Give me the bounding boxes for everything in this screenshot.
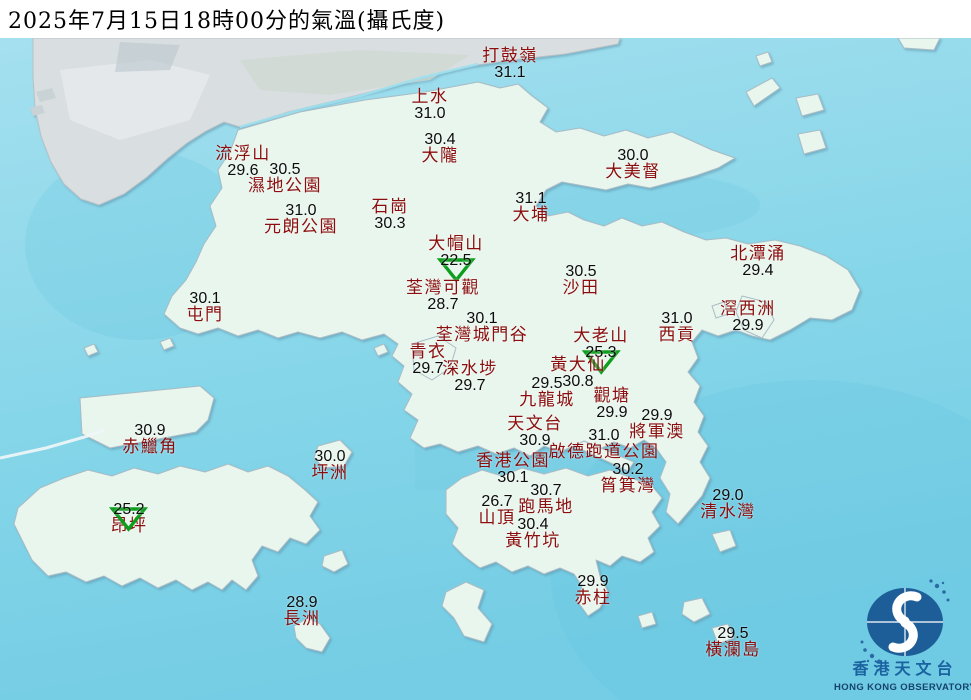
temperature-map: 香港天文台 HONG KONG OBSERVATORY 打鼓嶺 31.1 上水 … (0, 0, 971, 700)
urban-texture (115, 42, 180, 72)
hko-logo-chinese: 香港天文台 (851, 659, 957, 678)
mirs-bay-north-island (897, 37, 941, 51)
map-title: 2025年7月15日18時00分的氣溫(攝氏度) (8, 9, 446, 34)
hong-kong-basemap: 香港天文台 HONG KONG OBSERVATORY (0, 34, 971, 700)
hko-logo-english: HONG KONG OBSERVATORY (834, 682, 971, 693)
title-bar: 2025年7月15日18時00分的氣溫(攝氏度) (0, 0, 971, 38)
